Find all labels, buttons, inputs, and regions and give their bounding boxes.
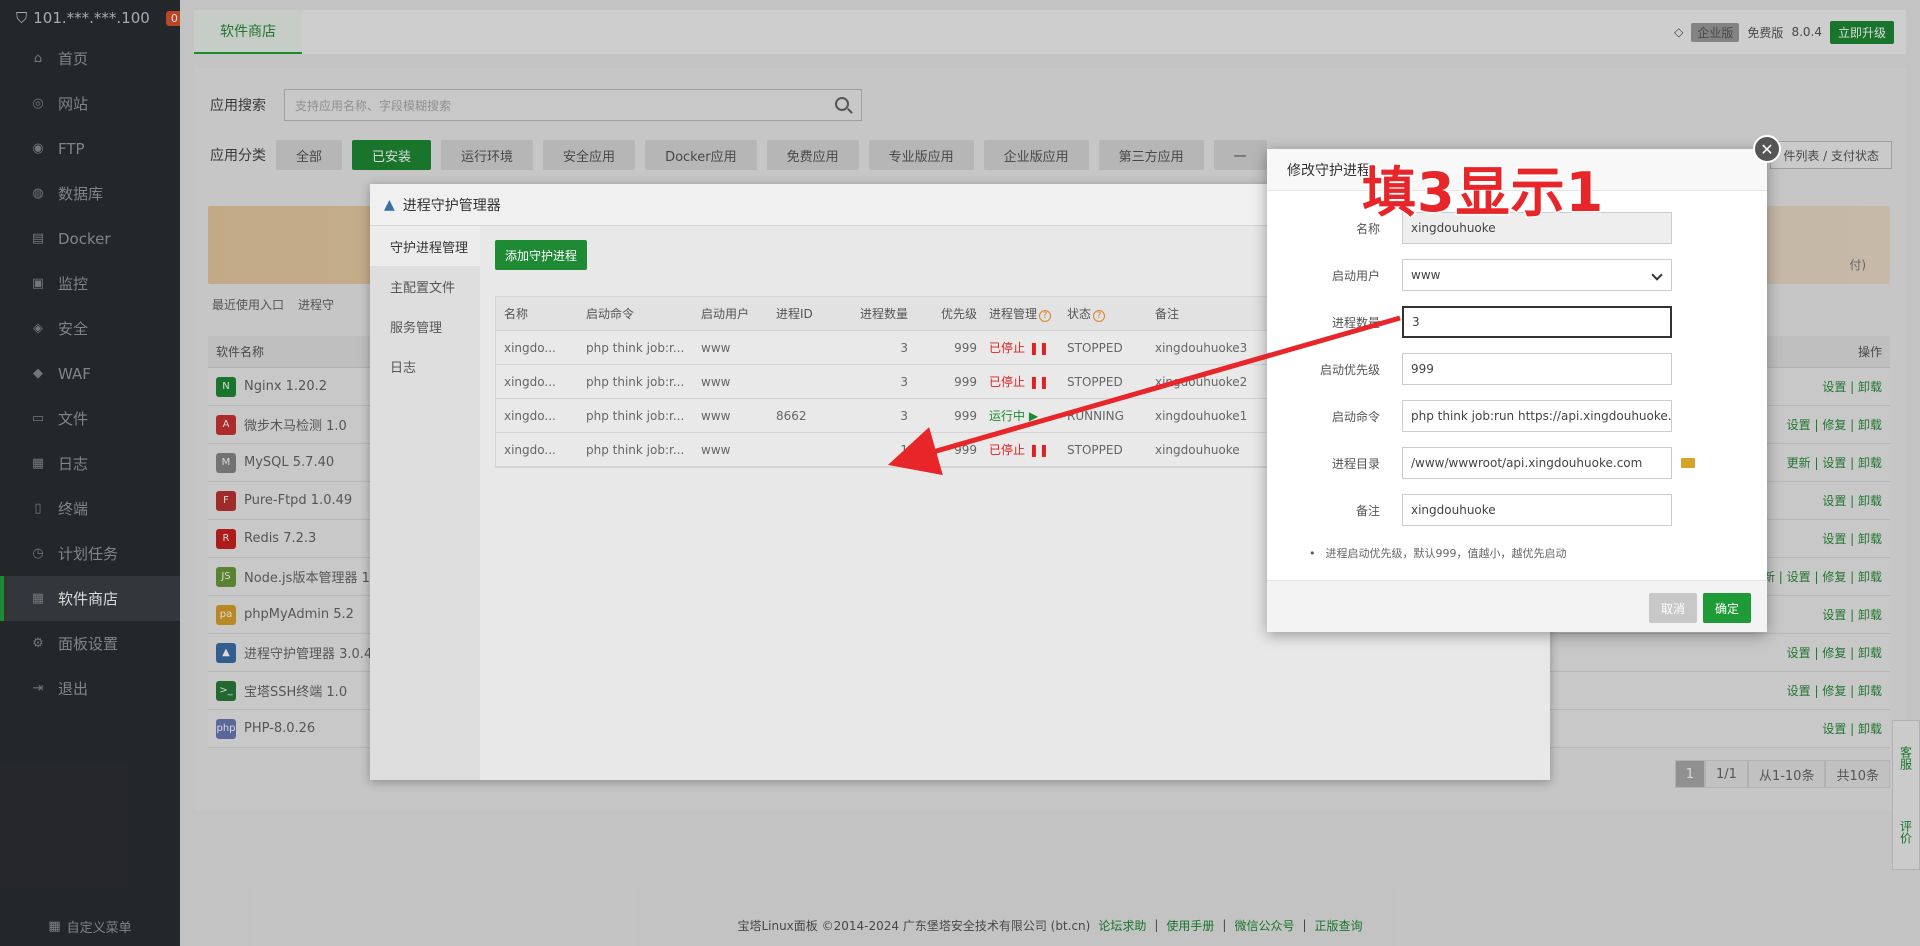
cell-note: xingdouhuoke: [1155, 442, 1240, 457]
cell-count: 3: [900, 408, 908, 423]
command-input[interactable]: php think job:run https://api.xingdouhuo…: [1402, 400, 1672, 432]
folder-icon[interactable]: [1681, 458, 1695, 468]
cell-note: xingdouhuoke1: [1155, 408, 1248, 423]
field-priority-label: 启动优先级: [1319, 362, 1380, 377]
cell-count: 3: [900, 374, 908, 389]
help-icon[interactable]: ?: [1039, 310, 1052, 322]
field-count-row: 进程数量 3: [1267, 306, 1767, 338]
pause-icon[interactable]: ❚❚: [1029, 375, 1049, 389]
close-icon[interactable]: ✕: [1753, 135, 1781, 163]
field-dir-row: 进程目录 /www/wwwroot/api.xingdouhuoke.com: [1267, 447, 1767, 479]
cell-name: xingdo...: [504, 408, 556, 423]
user-select[interactable]: www: [1402, 259, 1672, 291]
cell-manage[interactable]: 运行中 ▶: [981, 407, 1059, 424]
cell-state: STOPPED: [1067, 340, 1123, 355]
linux-penguin-icon: ▲: [384, 196, 395, 213]
col-header: 优先级: [940, 307, 977, 321]
field-note-row: 备注 xingdouhuoke: [1267, 494, 1767, 526]
pause-icon[interactable]: ❚❚: [1029, 341, 1049, 355]
cell-cmd: php think job:r...: [586, 408, 685, 423]
cell-count: 3: [900, 340, 908, 355]
pm-nav-item-2[interactable]: 服务管理: [370, 306, 480, 346]
cell-priority: 999: [954, 374, 977, 389]
pause-icon[interactable]: ❚❚: [1029, 443, 1049, 457]
edit-dialog-footer: 取消 确定: [1267, 580, 1767, 632]
field-user-label: 启动用户: [1331, 268, 1380, 283]
cell-state: STOPPED: [1067, 374, 1123, 389]
field-priority-row: 启动优先级 999: [1267, 353, 1767, 385]
col-header: 启动用户: [701, 307, 750, 321]
dialog-title: 进程守护管理器: [402, 197, 501, 214]
cell-state: STOPPED: [1067, 442, 1123, 457]
cell-state: RUNNING: [1067, 408, 1124, 423]
field-user-row: 启动用户 www: [1267, 259, 1767, 291]
cell-user: www: [701, 374, 731, 389]
cell-priority: 999: [954, 442, 977, 457]
col-header: 进程ID: [776, 307, 813, 321]
field-count-label: 进程数量: [1331, 315, 1380, 330]
field-command-row: 启动命令 php think job:run https://api.xingd…: [1267, 400, 1767, 432]
cell-manage[interactable]: 已停止 ❚❚: [981, 373, 1059, 390]
cell-manage[interactable]: 已停止 ❚❚: [981, 339, 1059, 356]
priority-input[interactable]: 999: [1402, 353, 1672, 385]
cell-priority: 999: [954, 340, 977, 355]
cell-priority: 999: [954, 408, 977, 423]
cancel-button[interactable]: 取消: [1648, 593, 1697, 623]
cell-user: www: [701, 340, 731, 355]
cell-note: xingdouhuoke3: [1155, 340, 1248, 355]
process-count-input[interactable]: 3: [1402, 306, 1672, 338]
pm-nav-item-3[interactable]: 日志: [370, 346, 480, 386]
col-header: 进程管理?: [981, 305, 1059, 322]
pm-nav-item-0[interactable]: 守护进程管理: [370, 226, 480, 266]
cell-note: xingdouhuoke2: [1155, 374, 1248, 389]
cell-pid: 8662: [776, 408, 807, 423]
annotation-text: 填3显示1: [1360, 160, 1605, 226]
cell-name: xingdo...: [504, 442, 556, 457]
cell-count: 1: [900, 442, 908, 457]
cell-cmd: php think job:r...: [586, 340, 685, 355]
cell-name: xingdo...: [504, 340, 556, 355]
cell-user: www: [701, 442, 731, 457]
add-daemon-button[interactable]: 添加守护进程: [495, 240, 588, 270]
field-command-label: 启动命令: [1331, 409, 1380, 424]
col-header: 进程数量: [859, 307, 908, 321]
cell-cmd: php think job:r...: [586, 442, 685, 457]
note-input[interactable]: xingdouhuoke: [1402, 494, 1672, 526]
cell-manage[interactable]: 已停止 ❚❚: [981, 441, 1059, 458]
help-icon[interactable]: ?: [1093, 310, 1106, 322]
directory-input[interactable]: /www/wwwroot/api.xingdouhuoke.com: [1402, 447, 1672, 479]
process-manager-nav: 守护进程管理 主配置文件 服务管理 日志: [370, 226, 480, 780]
priority-hint: 进程启动优先级，默认999，值越小，越优先启动: [1309, 545, 1567, 561]
cell-user: www: [701, 408, 731, 423]
field-note-label: 备注: [1355, 503, 1380, 518]
cell-name: xingdo...: [504, 374, 556, 389]
play-icon[interactable]: ▶: [1029, 409, 1038, 423]
col-header: 备注: [1155, 307, 1180, 321]
col-header: 名称: [504, 307, 529, 321]
cell-cmd: php think job:r...: [586, 374, 685, 389]
pm-nav-item-1[interactable]: 主配置文件: [370, 266, 480, 306]
confirm-button[interactable]: 确定: [1702, 593, 1751, 623]
col-header: 启动命令: [586, 307, 635, 321]
col-header: 状态?: [1059, 305, 1147, 322]
field-dir-label: 进程目录: [1331, 456, 1380, 471]
